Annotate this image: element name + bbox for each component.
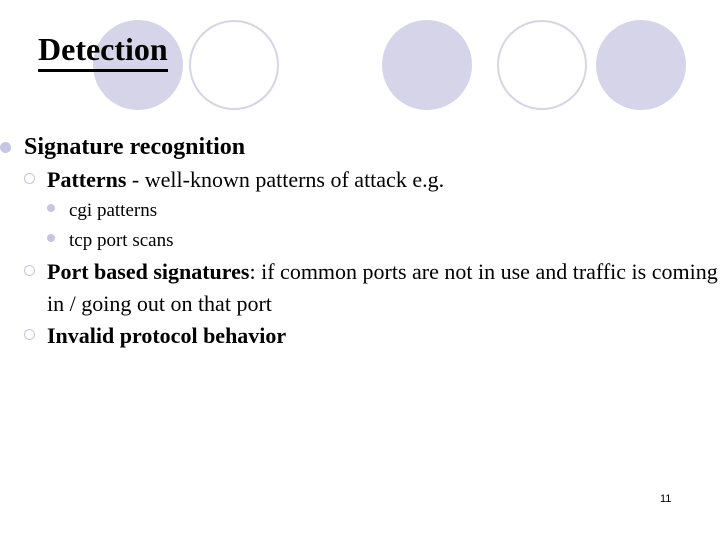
bullet-text-tcp-port-scans: tcp port scans <box>69 230 174 251</box>
outline-level-2: Patterns - well-known patterns of attack… <box>24 164 720 352</box>
bullet-small-disc-icon <box>47 234 55 242</box>
bullet-signature-recognition: Signature recognition Patterns - well-kn… <box>0 131 720 352</box>
bullet-text-patterns-rest: - well-known patterns of attack e.g. <box>126 167 445 192</box>
slide-title: Detection <box>38 31 168 73</box>
bullet-small-disc-icon <box>47 204 55 212</box>
outline-level-1: Signature recognition Patterns - well-kn… <box>0 131 720 352</box>
decorative-circle-outline-1 <box>189 20 279 110</box>
bullet-patterns: Patterns - well-known patterns of attack… <box>24 164 720 256</box>
outline-level-3: cgi patterns tcp port scans <box>47 196 720 256</box>
bullet-circle-icon <box>24 173 35 184</box>
bullet-text-port-based-lead: Port based signatures <box>47 259 250 284</box>
bullet-cgi-patterns: cgi patterns <box>47 196 720 226</box>
bullet-text-signature-recognition: Signature recognition <box>24 134 246 160</box>
bullet-disc-icon <box>0 142 11 153</box>
bullet-circle-icon <box>24 329 35 340</box>
bullet-text-patterns-lead: Patterns <box>47 167 127 192</box>
decorative-circle-outline-2 <box>497 20 587 110</box>
decorative-circle-filled-2 <box>382 20 472 110</box>
bullet-circle-icon <box>24 265 35 276</box>
bullet-text-invalid-protocol-lead: Invalid protocol behavior <box>47 323 287 348</box>
bullet-tcp-port-scans: tcp port scans <box>47 226 720 256</box>
bullet-text-cgi-patterns: cgi patterns <box>69 200 158 221</box>
page-number: 11 <box>660 493 672 505</box>
slide-body: Signature recognition Patterns - well-kn… <box>0 131 720 352</box>
decorative-circle-filled-3 <box>596 20 686 110</box>
slide-canvas: Detection Signature recognition Patterns… <box>0 0 720 540</box>
bullet-port-based-signatures: Port based signatures: if common ports a… <box>24 256 720 320</box>
bullet-invalid-protocol-behavior: Invalid protocol behavior <box>24 320 720 352</box>
